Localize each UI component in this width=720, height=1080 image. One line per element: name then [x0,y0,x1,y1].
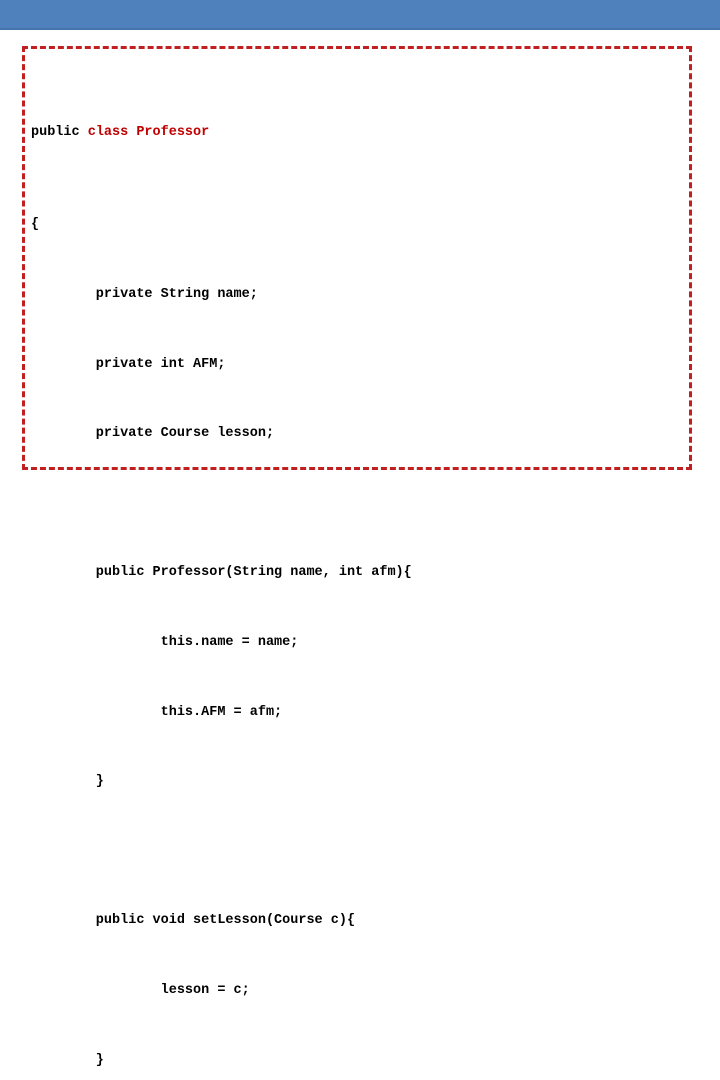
code-line-3: private String name; [31,287,258,302]
slide-canvas: public class Professor { private String … [0,0,720,1068]
code-line-1-prefix: public [31,124,88,140]
code-line-13: lesson = c; [31,982,250,998]
top-blue-banner [0,0,720,30]
code-line-12: public void setLesson(Course c){ [31,913,356,929]
code-line-10: } [31,774,104,790]
code-line-2: { [31,217,40,233]
code-line-1: public class Professor [31,121,691,144]
java-code-block: public class Professor { private String … [31,51,691,1080]
code-line-4: private int AFM; [31,356,226,372]
code-line-7: public Professor(String name, int afm){ [31,565,412,581]
code-line-14: } [31,1052,104,1068]
code-line-1-classname: class Professor [87,124,210,140]
code-line-9: this.AFM = afm; [31,704,283,720]
code-line-8: this.name = name; [31,634,299,650]
code-line-5: private Course lesson; [31,426,275,442]
